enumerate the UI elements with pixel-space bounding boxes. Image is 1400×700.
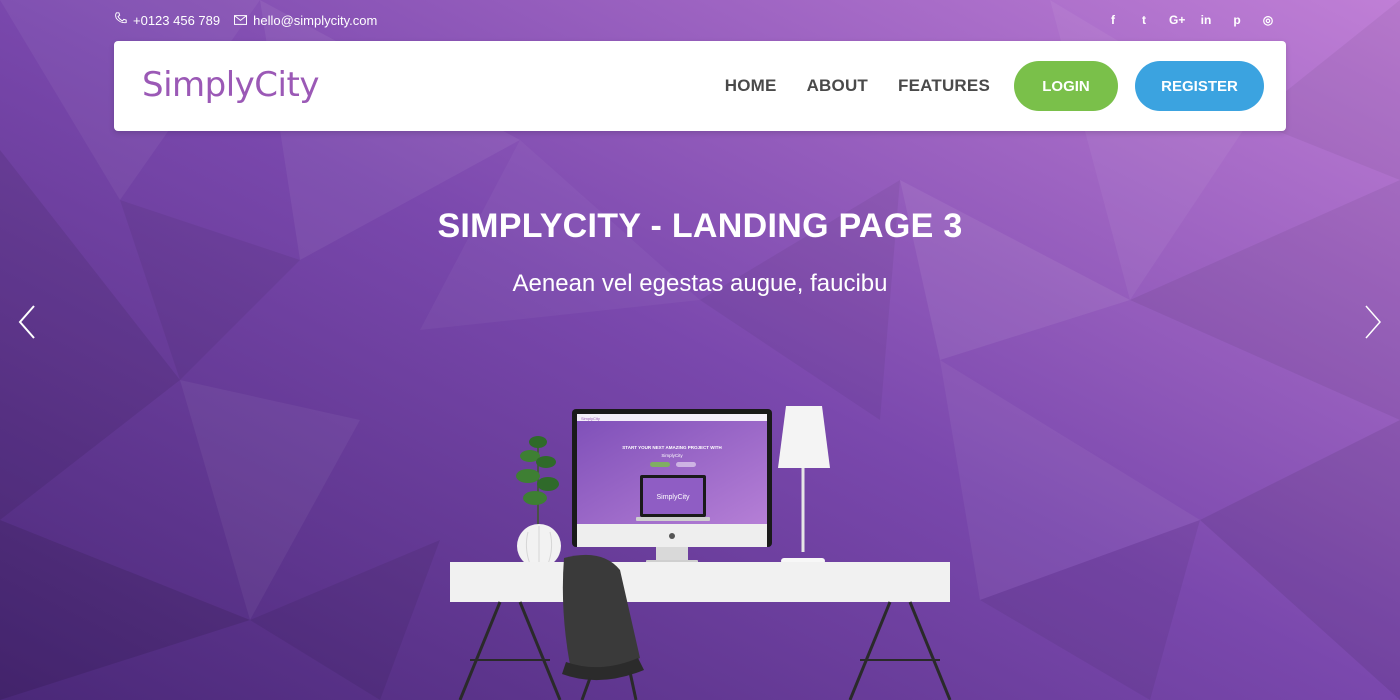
nav-menu: HOME ABOUT FEATURES LOGIN REGISTER	[725, 61, 1264, 111]
dribbble-icon[interactable]: ◎	[1262, 13, 1274, 27]
contact-info: +0123 456 789 hello@simplycity.com	[114, 12, 377, 28]
email-contact[interactable]: hello@simplycity.com	[234, 13, 377, 28]
desk	[450, 562, 952, 700]
monitor-heading: START YOUR NEXT AMAZING PROJECT WITH	[622, 445, 721, 450]
desk-workspace-illustration: SimplyCity START YOUR NEXT AMAZING PROJE…	[450, 406, 952, 700]
email-address: hello@simplycity.com	[253, 12, 378, 28]
nav-about[interactable]: ABOUT	[807, 76, 868, 96]
nav-features[interactable]: FEATURES	[898, 76, 990, 96]
linkedin-icon[interactable]: in	[1200, 13, 1212, 27]
chevron-left-icon	[18, 305, 35, 339]
login-button[interactable]: LOGIN	[1014, 61, 1118, 111]
pinterest-icon[interactable]: p	[1231, 13, 1243, 27]
phone-contact[interactable]: +0123 456 789	[114, 12, 220, 28]
social-links: f t G+ in p ◎	[1107, 13, 1274, 27]
main-navbar: SimplyCity HOME ABOUT FEATURES LOGIN REG…	[114, 41, 1286, 131]
desk-lamp	[778, 406, 830, 568]
potted-plant	[516, 436, 561, 568]
site-logo[interactable]: SimplyCity	[142, 65, 319, 105]
twitter-icon[interactable]: t	[1138, 13, 1150, 27]
email-icon	[234, 13, 248, 28]
phone-icon	[114, 12, 127, 28]
chevron-right-icon	[1365, 305, 1381, 339]
carousel-prev-button[interactable]	[16, 302, 40, 342]
hero-subtitle: Aenean vel egestas augue, faucibu	[512, 270, 888, 297]
google-plus-icon[interactable]: G+	[1169, 13, 1185, 27]
top-contact-bar: +0123 456 789 hello@simplycity.com f t G…	[114, 10, 1286, 30]
desktop-monitor: SimplyCity START YOUR NEXT AMAZING PROJE…	[572, 409, 772, 563]
monitor-logo: SimplyCity	[581, 416, 600, 421]
nav-home[interactable]: HOME	[725, 76, 777, 96]
facebook-icon[interactable]: f	[1107, 13, 1119, 27]
laptop-logo: SimplyCity	[656, 494, 690, 501]
phone-number: +0123 456 789	[133, 12, 221, 28]
carousel-next-button[interactable]	[1360, 302, 1384, 342]
register-button[interactable]: REGISTER	[1135, 61, 1264, 111]
hero-title: SIMPLYCITY - LANDING PAGE 3	[437, 207, 963, 245]
monitor-subheading: SimplyCity	[661, 453, 683, 458]
